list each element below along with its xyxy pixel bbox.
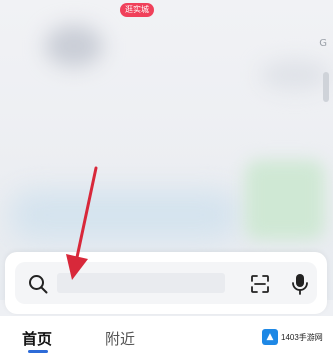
side-indicator	[323, 72, 329, 102]
search-panel	[5, 252, 327, 314]
active-tab-indicator	[28, 350, 48, 353]
watermark-text: 1403手游网	[281, 332, 323, 342]
blurred-header	[260, 60, 330, 90]
watermark: ▲ 1403手游网	[262, 326, 330, 348]
top-right-mark: G	[319, 38, 327, 49]
microphone-icon[interactable]	[289, 272, 311, 296]
tab-nearby[interactable]: 附近	[105, 328, 135, 349]
watermark-logo: ▲	[262, 329, 278, 345]
blurred-card	[245, 160, 325, 240]
search-input[interactable]	[57, 273, 225, 293]
tab-home[interactable]: 首页	[22, 328, 52, 349]
search-bar[interactable]	[15, 262, 317, 304]
blurred-banner	[10, 190, 240, 240]
scan-icon[interactable]	[249, 273, 271, 295]
blurred-avatar	[45, 25, 103, 67]
promo-badge: 逛实城	[120, 3, 154, 17]
search-icon[interactable]	[27, 273, 49, 295]
